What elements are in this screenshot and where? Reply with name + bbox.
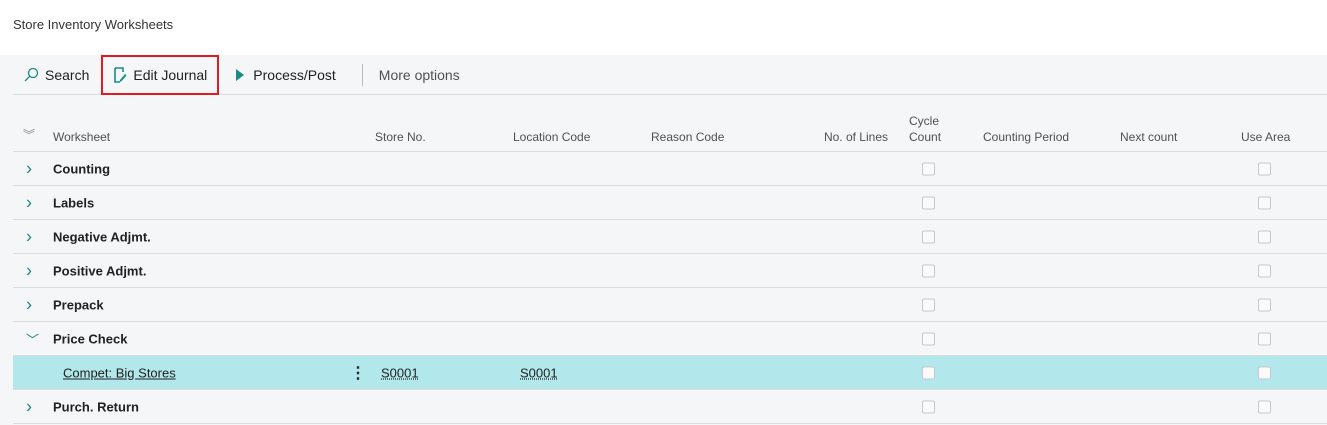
- use-area-checkbox[interactable]: [1258, 196, 1271, 209]
- collapse-all-icon[interactable]: ︾: [23, 126, 35, 143]
- chevron-right-icon[interactable]: ›: [26, 226, 32, 247]
- use-area-checkbox[interactable]: [1258, 366, 1271, 379]
- group-row[interactable]: › Labels: [13, 186, 1327, 220]
- col-next-count[interactable]: Next count: [1120, 130, 1177, 144]
- col-worksheet[interactable]: Worksheet: [53, 130, 110, 144]
- cycle-count-checkbox[interactable]: [922, 230, 935, 243]
- group-name: Price Check: [53, 331, 128, 346]
- cycle-count-checkbox[interactable]: [922, 162, 935, 175]
- more-options-button[interactable]: More options: [379, 55, 470, 95]
- edit-journal-button[interactable]: Edit Journal: [101, 54, 220, 95]
- location-code-link[interactable]: S0001: [520, 365, 558, 380]
- cycle-count-checkbox[interactable]: [922, 298, 935, 311]
- use-area-checkbox[interactable]: [1258, 264, 1271, 277]
- chevron-right-icon[interactable]: ›: [26, 260, 32, 281]
- chevron-down-icon[interactable]: ﹀: [26, 329, 39, 348]
- search-icon: [24, 67, 39, 81]
- search-label: Search: [45, 66, 90, 83]
- use-area-checkbox[interactable]: [1258, 332, 1271, 345]
- process-post-button[interactable]: Process/Post: [225, 55, 345, 95]
- use-area-checkbox[interactable]: [1258, 298, 1271, 311]
- group-row[interactable]: › Prepack: [13, 288, 1327, 322]
- row-menu-icon[interactable]: ⋮: [350, 363, 366, 383]
- group-row[interactable]: › Negative Adjmt.: [13, 220, 1327, 254]
- use-area-checkbox[interactable]: [1258, 400, 1271, 413]
- content-area: Search Edit Journal Process/Post More op…: [0, 54, 1327, 425]
- search-button[interactable]: Search: [13, 55, 99, 95]
- play-icon: [236, 68, 245, 81]
- col-reason-code[interactable]: Reason Code: [651, 130, 724, 144]
- col-cycle-count-line1[interactable]: Cycle: [909, 114, 939, 128]
- group-name: Purch. Return: [53, 399, 139, 414]
- col-use-area[interactable]: Use Area: [1241, 130, 1290, 144]
- use-area-checkbox[interactable]: [1258, 230, 1271, 243]
- group-row[interactable]: › Purch. Return: [13, 390, 1327, 424]
- cycle-count-checkbox[interactable]: [922, 400, 935, 413]
- grid-header: ︾ Worksheet Store No. Location Code Reas…: [13, 95, 1327, 152]
- col-cycle-count-line2[interactable]: Count: [909, 130, 941, 144]
- action-bar: Search Edit Journal Process/Post More op…: [13, 54, 1327, 95]
- edit-journal-label: Edit Journal: [133, 66, 208, 83]
- col-no-of-lines[interactable]: No. of Lines: [824, 130, 888, 144]
- group-row[interactable]: ﹀ Price Check: [13, 322, 1327, 356]
- worksheet-row[interactable]: Compet: Big Stores ⋮ S0001 S0001: [13, 356, 1327, 390]
- chevron-right-icon[interactable]: ›: [26, 396, 32, 417]
- chevron-right-icon[interactable]: ›: [26, 192, 32, 213]
- store-no-link[interactable]: S0001: [381, 365, 419, 380]
- cycle-count-checkbox[interactable]: [922, 332, 935, 345]
- process-post-label: Process/Post: [253, 66, 336, 83]
- group-name: Negative Adjmt.: [53, 229, 151, 244]
- page-title: Store Inventory Worksheets: [13, 17, 174, 32]
- worksheet-grid: ︾ Worksheet Store No. Location Code Reas…: [13, 95, 1327, 424]
- group-row[interactable]: › Positive Adjmt.: [13, 254, 1327, 288]
- cycle-count-checkbox[interactable]: [922, 196, 935, 209]
- use-area-checkbox[interactable]: [1258, 162, 1271, 175]
- cycle-count-checkbox[interactable]: [922, 264, 935, 277]
- cycle-count-checkbox[interactable]: [922, 366, 935, 379]
- col-counting-period[interactable]: Counting Period: [983, 130, 1069, 144]
- group-row[interactable]: › Counting: [13, 152, 1327, 186]
- col-location-code[interactable]: Location Code: [513, 130, 590, 144]
- group-name: Labels: [53, 195, 95, 210]
- worksheet-name-link[interactable]: Compet: Big Stores: [63, 365, 176, 380]
- chevron-right-icon[interactable]: ›: [26, 294, 32, 315]
- chevron-right-icon[interactable]: ›: [26, 158, 32, 179]
- group-name: Positive Adjmt.: [53, 263, 147, 278]
- toolbar-divider: [361, 63, 363, 86]
- group-name: Counting: [53, 161, 111, 176]
- col-store-no[interactable]: Store No.: [375, 130, 426, 144]
- edit-journal-icon: [114, 66, 127, 83]
- group-name: Prepack: [53, 297, 104, 312]
